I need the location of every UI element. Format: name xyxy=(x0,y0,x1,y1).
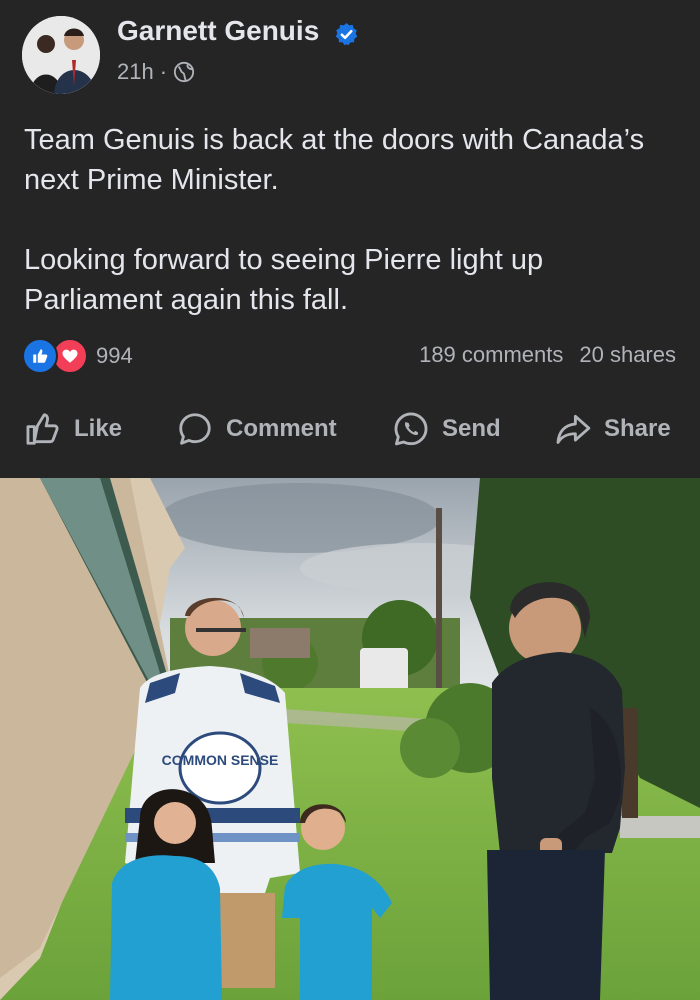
like-button[interactable]: Like xyxy=(24,404,122,454)
reaction-count: 994 xyxy=(96,343,133,368)
post-photo[interactable]: COMMON SENSE xyxy=(0,478,700,1000)
post-paragraph-2: Looking forward to seeing Pierre light u… xyxy=(24,244,544,316)
globe-icon xyxy=(173,61,195,83)
post-header: Garnett Genuis 21h · xyxy=(0,0,700,110)
comments-count[interactable]: 189 comments xyxy=(419,342,563,368)
like-label: Like xyxy=(74,415,123,442)
share-button[interactable]: Share xyxy=(554,404,671,454)
comment-label: Comment xyxy=(226,415,337,442)
share-arrow-icon xyxy=(556,414,591,444)
comment-icon xyxy=(179,413,211,445)
like-reaction-icon xyxy=(22,338,58,374)
comment-button[interactable]: Comment xyxy=(176,404,337,454)
share-label: Share xyxy=(604,415,671,442)
reactions-summary[interactable]: 994 xyxy=(22,338,133,374)
send-button[interactable]: Send xyxy=(392,404,501,454)
whatsapp-icon xyxy=(394,412,428,446)
meta-separator: · xyxy=(159,59,168,84)
author-avatar[interactable] xyxy=(22,16,100,94)
shares-count[interactable]: 20 shares xyxy=(579,342,676,368)
post-time[interactable]: 21h xyxy=(117,59,154,85)
author-name[interactable]: Garnett Genuis xyxy=(117,15,319,47)
action-bar: Like Comment Send Share xyxy=(0,404,700,454)
post-meta: 21h · xyxy=(117,59,195,85)
send-label: Send xyxy=(442,415,501,442)
verified-badge-icon xyxy=(335,23,358,46)
engagement-counts: 189 comments 20 shares xyxy=(419,342,676,368)
post-stats: 994 189 comments 20 shares xyxy=(0,336,700,374)
jersey-text: COMMON SENSE xyxy=(162,752,279,768)
thumbs-up-icon xyxy=(26,413,59,445)
post-paragraph-1: Team Genuis is back at the doors with Ca… xyxy=(24,124,645,196)
post-text: Team Genuis is back at the doors with Ca… xyxy=(24,120,674,320)
